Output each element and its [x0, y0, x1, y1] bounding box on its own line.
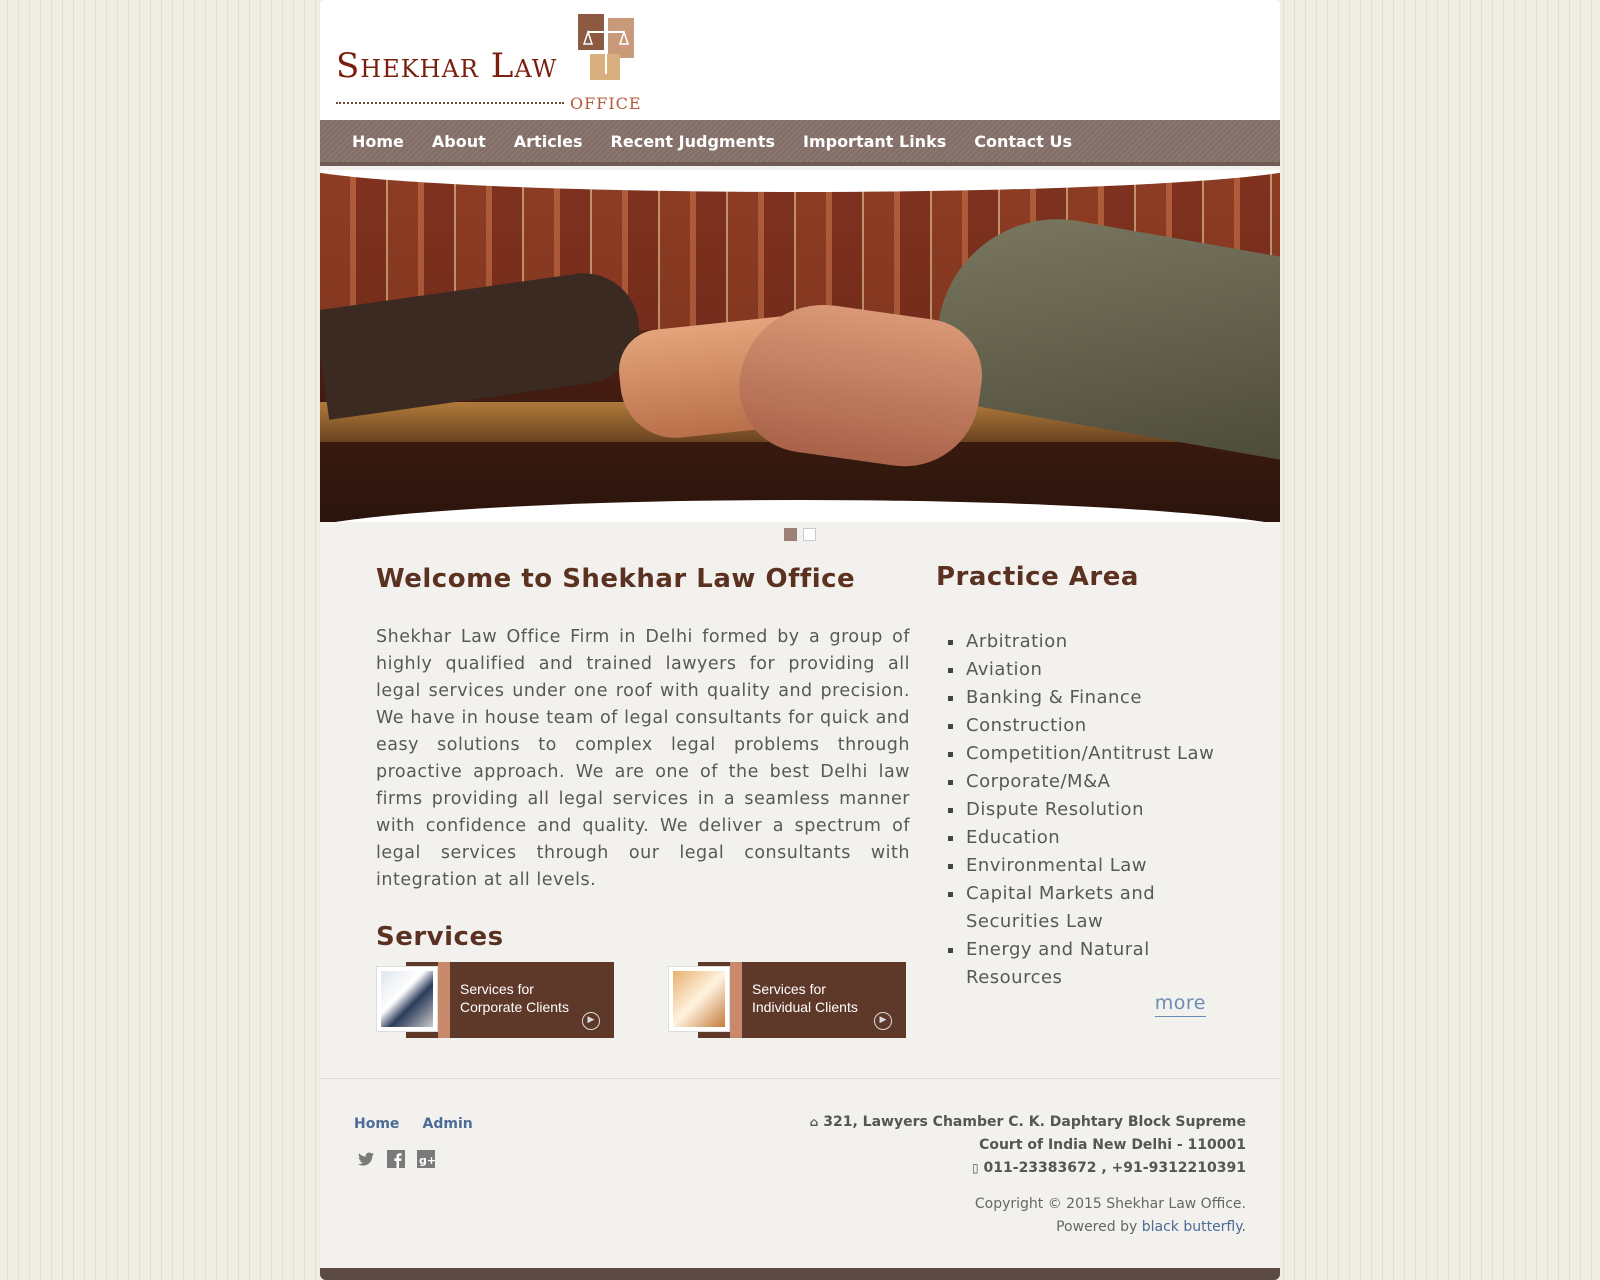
svg-text:g+: g+ — [419, 1154, 436, 1167]
practice-item[interactable]: Aviation — [948, 656, 1214, 684]
footer-admin-link[interactable]: Admin — [423, 1116, 473, 1132]
individual-clients-thumbnail — [668, 966, 730, 1032]
powered-by-prefix: Powered by — [1056, 1219, 1138, 1235]
slider-dot-1[interactable] — [784, 528, 797, 541]
practice-more-link[interactable]: more — [1154, 992, 1206, 1017]
logo-subtitle: OFFICE — [570, 94, 642, 113]
service-label-line1: Services for — [752, 981, 826, 997]
service-label-line2: Individual Clients — [752, 999, 858, 1015]
footer: Home Admin g+ ⌂ 321, Lawyers Chamber C. … — [320, 1078, 1280, 1268]
home-icon: ⌂ — [809, 1115, 819, 1129]
twitter-icon[interactable] — [356, 1149, 376, 1169]
services-title: Services — [376, 922, 504, 952]
logo[interactable]: Shekhar Law OFFICE — [336, 14, 641, 114]
nav-home[interactable]: Home — [338, 132, 418, 151]
powered-by: Powered by black butterfly. — [975, 1216, 1246, 1239]
service-card-strip — [730, 962, 742, 1038]
nav-about[interactable]: About — [418, 132, 500, 151]
practice-item[interactable]: Banking & Finance — [948, 684, 1214, 712]
powered-by-link[interactable]: black butterfly — [1142, 1219, 1242, 1235]
handshake-image — [320, 170, 1280, 522]
practice-item[interactable]: Arbitration — [948, 628, 1214, 656]
play-icon: ▶ — [874, 1012, 892, 1030]
nav-contact-us[interactable]: Contact Us — [960, 132, 1086, 151]
powered-by-suffix: . — [1241, 1219, 1246, 1235]
corporate-clients-thumbnail — [376, 966, 438, 1032]
main-nav: Home About Articles Recent Judgments Imp… — [320, 120, 1280, 166]
practice-item[interactable]: Corporate/M&A — [948, 768, 1214, 796]
address-line-1: ⌂ 321, Lawyers Chamber C. K. Daphtary Bl… — [810, 1111, 1246, 1134]
nav-articles[interactable]: Articles — [500, 132, 597, 151]
page-container: Shekhar Law OFFICE Home About Articles R… — [320, 0, 1280, 1280]
scales-of-justice-icon — [578, 14, 634, 80]
hero-slider[interactable] — [320, 170, 1280, 522]
slider-pagination — [320, 528, 1280, 541]
facebook-icon[interactable] — [386, 1149, 406, 1169]
welcome-text: Shekhar Law Office Firm in Delhi formed … — [376, 627, 910, 890]
nav-important-links[interactable]: Important Links — [789, 132, 960, 151]
office-address: ⌂ 321, Lawyers Chamber C. K. Daphtary Bl… — [810, 1111, 1246, 1180]
social-links: g+ — [356, 1149, 436, 1169]
practice-item[interactable]: Education — [948, 824, 1214, 852]
phone-numbers: 011-23383672 , +91-9312210391 — [983, 1160, 1246, 1176]
footer-bottom-bar — [320, 1268, 1280, 1280]
service-corporate-clients[interactable]: Services for Corporate Clients ▶ — [376, 960, 614, 1038]
slider-dot-2[interactable] — [803, 528, 816, 541]
footer-home-link[interactable]: Home — [354, 1116, 399, 1132]
service-label-line1: Services for — [460, 981, 534, 997]
practice-item[interactable]: Dispute Resolution — [948, 796, 1214, 824]
practice-item[interactable]: Capital Markets and Securities Law — [948, 880, 1168, 936]
practice-item[interactable]: Environmental Law — [948, 852, 1214, 880]
logo-title: Shekhar Law — [336, 46, 558, 86]
service-card-strip — [438, 962, 450, 1038]
service-label: Services for Corporate Clients — [460, 980, 569, 1016]
practice-area-list: Arbitration Aviation Banking & Finance C… — [948, 628, 1214, 992]
practice-item[interactable]: Competition/Antitrust Law — [948, 740, 1214, 768]
practice-area-title: Practice Area — [936, 562, 1139, 592]
welcome-title: Welcome to Shekhar Law Office — [376, 564, 856, 594]
practice-item[interactable]: Construction — [948, 712, 1214, 740]
play-icon: ▶ — [582, 1012, 600, 1030]
copyright-text: Copyright © 2015 Shekhar Law Office. — [974, 1196, 1246, 1212]
logo-divider — [336, 102, 564, 104]
practice-item[interactable]: Energy and Natural Resources — [948, 936, 1168, 992]
phone-line: ▯ 011-23383672 , +91-9312210391 — [810, 1157, 1246, 1180]
header: Shekhar Law OFFICE — [320, 0, 1280, 120]
footer-links: Home Admin — [354, 1113, 491, 1132]
google-plus-icon[interactable]: g+ — [416, 1149, 436, 1169]
phone-icon: ▯ — [972, 1161, 979, 1175]
service-individual-clients[interactable]: Services for Individual Clients ▶ — [668, 960, 906, 1038]
address-line-2: Court of India New Delhi - 110001 — [979, 1137, 1246, 1153]
address-line-1-text: 321, Lawyers Chamber C. K. Daphtary Bloc… — [823, 1114, 1246, 1130]
copyright-block: Copyright © 2015 Shekhar Law Office. Pow… — [975, 1193, 1246, 1239]
service-label-line2: Corporate Clients — [460, 999, 569, 1015]
nav-recent-judgments[interactable]: Recent Judgments — [597, 132, 789, 151]
service-label: Services for Individual Clients — [752, 980, 858, 1016]
